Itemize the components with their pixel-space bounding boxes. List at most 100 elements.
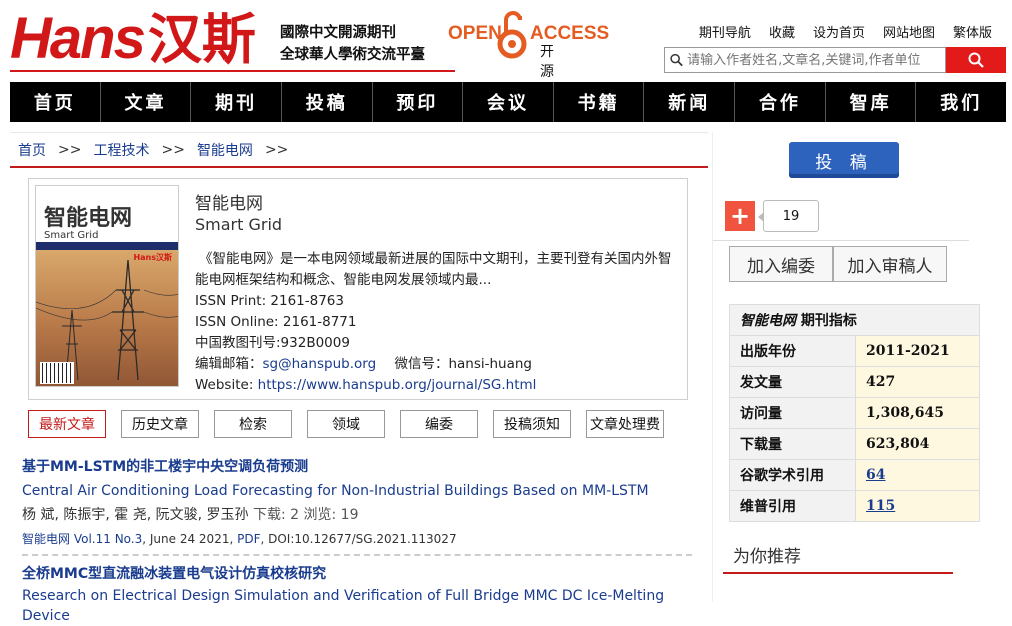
breadcrumb-separator: >> bbox=[161, 141, 185, 158]
article-title-cn[interactable]: 基于MM-LSTM的非工楼宇中央空调负荷预测 bbox=[22, 457, 692, 477]
breadcrumb: 首页 >> 工程技术 >> 智能电网 >> bbox=[10, 132, 708, 168]
breadcrumb-separator: >> bbox=[264, 141, 289, 158]
google-scholar-citations-link[interactable]: 64 bbox=[866, 467, 885, 483]
article-title-en[interactable]: Central Air Conditioning Load Forecastin… bbox=[22, 481, 692, 501]
email-link[interactable]: sg@hanspub.org bbox=[263, 356, 377, 372]
join-reviewer-button[interactable]: 加入审稿人 bbox=[833, 246, 947, 282]
article-divider bbox=[22, 554, 692, 556]
top-link-traditional[interactable]: 繁体版 bbox=[953, 22, 992, 41]
tab-fields[interactable]: 领域 bbox=[307, 410, 385, 438]
tab-history-articles[interactable]: 历史文章 bbox=[121, 410, 199, 438]
article-authors: 杨 斌, 陈振宇, 霍 尧, 阮文骏, 罗玉孙 下载: 2 浏览: 19 bbox=[22, 505, 692, 525]
share-plus-icon[interactable]: + bbox=[725, 201, 755, 231]
search-box bbox=[664, 47, 946, 73]
share-widget: + 19 bbox=[725, 200, 819, 232]
wechat-id: 微信号：hansi-huang bbox=[394, 356, 533, 372]
article-citation: 智能电网 Vol.11 No.3, June 24 2021, PDF, DOI… bbox=[22, 530, 692, 548]
website-label: Website: bbox=[195, 377, 258, 393]
logo-underline bbox=[10, 70, 455, 72]
nav-news[interactable]: 新闻 bbox=[644, 82, 736, 122]
metric-label: 访问量 bbox=[729, 397, 856, 429]
metrics-row: 访问量 1,308,645 bbox=[729, 397, 980, 429]
metrics-header: 智能电网 期刊指标 bbox=[729, 304, 980, 336]
search-icon bbox=[670, 53, 683, 67]
article-item: 基于MM-LSTM的非工楼宇中央空调负荷预测 Central Air Condi… bbox=[22, 457, 692, 548]
contact-line: 编辑邮箱：sg@hanspub.org 微信号：hansi-huang bbox=[195, 354, 532, 375]
tab-submission-guide[interactable]: 投稿须知 bbox=[493, 410, 571, 438]
vip-citations-link[interactable]: 115 bbox=[866, 498, 895, 514]
join-editor-button[interactable]: 加入编委 bbox=[729, 246, 833, 282]
tab-latest-articles[interactable]: 最新文章 bbox=[28, 410, 106, 438]
article-title-cn[interactable]: 全桥MMC型直流融冰装置电气设计仿真校核研究 bbox=[22, 564, 692, 584]
breadcrumb-engineering[interactable]: 工程技术 bbox=[93, 140, 149, 160]
nav-articles[interactable]: 文章 bbox=[101, 82, 192, 122]
nav-cooperation[interactable]: 合作 bbox=[735, 82, 826, 122]
website-link[interactable]: https://www.hanspub.org/journal/SG.html bbox=[258, 377, 537, 393]
cover-header: 智能电网 Smart Grid bbox=[36, 186, 178, 242]
metric-label: 发文量 bbox=[729, 366, 856, 398]
logo-text-cn: 汉斯 bbox=[147, 7, 256, 71]
sidebar-divider bbox=[713, 240, 969, 241]
nav-submit[interactable]: 投稿 bbox=[282, 82, 373, 122]
tab-editorial-board[interactable]: 编委 bbox=[400, 410, 478, 438]
breadcrumb-separator: >> bbox=[58, 141, 82, 158]
site-search bbox=[664, 47, 1006, 73]
author-list: 杨 斌, 陈振宇, 霍 尧, 阮文骏, 罗玉孙 bbox=[22, 507, 249, 523]
nav-conference[interactable]: 会议 bbox=[463, 82, 554, 122]
top-link-journal-nav[interactable]: 期刊导航 bbox=[699, 22, 751, 41]
metric-value: 2011-2021 bbox=[855, 335, 980, 367]
metrics-row: 谷歌学术引用 64 bbox=[729, 459, 980, 491]
journal-description: 《智能电网》是一本电网领域最新进展的国际中文期刊，主要刊登有关国内外智能电网框架… bbox=[195, 251, 672, 288]
metric-value: 427 bbox=[855, 366, 980, 398]
pdf-link[interactable]: PDF bbox=[237, 532, 260, 546]
nav-home[interactable]: 首页 bbox=[10, 82, 101, 122]
metric-value: 623,804 bbox=[855, 428, 980, 460]
breadcrumb-home[interactable]: 首页 bbox=[18, 140, 46, 160]
tab-processing-fee[interactable]: 文章处理费 bbox=[586, 410, 664, 438]
tagline-line-1: 國際中文開源期刊 bbox=[280, 24, 396, 41]
oa-open-text: OPEN bbox=[448, 23, 502, 44]
sidebar: 投 稿 + 19 加入编委 加入审稿人 智能电网 期刊指标 出版年份 2011-… bbox=[712, 132, 982, 602]
journal-name-en: Smart Grid bbox=[195, 215, 283, 234]
search-input[interactable] bbox=[687, 52, 945, 68]
search-button[interactable] bbox=[946, 47, 1006, 73]
article-title-en[interactable]: Research on Electrical Design Simulation… bbox=[22, 586, 692, 626]
metrics-row: 发文量 427 bbox=[729, 366, 980, 398]
cover-title-en: Smart Grid bbox=[44, 230, 99, 241]
article-item: 全桥MMC型直流融冰装置电气设计仿真校核研究 Research on Elect… bbox=[22, 564, 692, 626]
tab-search[interactable]: 检索 bbox=[214, 410, 292, 438]
nav-books[interactable]: 书籍 bbox=[554, 82, 645, 122]
journal-info-box: 智能电网 Smart Grid Hans汉斯 智能电网 Smart Grid 《… bbox=[28, 178, 688, 400]
article-stats: 下载: 2 浏览: 19 bbox=[252, 507, 359, 523]
metric-label: 出版年份 bbox=[729, 335, 856, 367]
site-header: Hans 汉斯 國際中文開源期刊 全球華人學術交流平臺 OPEN ACCESS … bbox=[0, 0, 1012, 120]
top-link-favorite[interactable]: 收藏 bbox=[769, 22, 795, 41]
hans-logo[interactable]: Hans 汉斯 bbox=[10, 6, 256, 71]
issn-print: ISSN Print: 2161-8763 bbox=[195, 293, 344, 309]
journal-cover-image[interactable]: 智能电网 Smart Grid Hans汉斯 bbox=[35, 185, 179, 387]
logo-text-en: Hans bbox=[10, 6, 146, 71]
citation-volume-link[interactable]: Vol.11 No.3 bbox=[74, 532, 142, 546]
citation-journal-link[interactable]: 智能电网 bbox=[22, 532, 70, 546]
metric-value: 1,308,645 bbox=[855, 397, 980, 429]
nav-journals[interactable]: 期刊 bbox=[191, 82, 282, 122]
issn-online: ISSN Online: 2161-8771 bbox=[195, 314, 357, 330]
metrics-row: 维普引用 115 bbox=[729, 490, 980, 522]
submit-manuscript-button[interactable]: 投 稿 bbox=[789, 142, 899, 178]
breadcrumb-smart-grid[interactable]: 智能电网 bbox=[197, 140, 253, 160]
nav-preprint[interactable]: 预印 bbox=[373, 82, 464, 122]
metrics-row: 下载量 623,804 bbox=[729, 428, 980, 460]
metric-label: 下载量 bbox=[729, 428, 856, 460]
recommend-heading: 为你推荐 bbox=[733, 547, 801, 567]
email-label: 编辑邮箱： bbox=[195, 356, 263, 372]
nav-think-tank[interactable]: 智库 bbox=[826, 82, 917, 122]
metric-label: 维普引用 bbox=[729, 490, 856, 522]
share-count: 19 bbox=[758, 200, 819, 232]
open-access-lock-icon bbox=[497, 11, 527, 59]
top-link-sitemap[interactable]: 网站地图 bbox=[883, 22, 935, 41]
top-link-set-home[interactable]: 设为首页 bbox=[813, 22, 865, 41]
metric-label: 谷歌学术引用 bbox=[729, 459, 856, 491]
nav-about[interactable]: 我们 bbox=[916, 82, 1006, 122]
citation-date: , June 24 2021, bbox=[142, 532, 238, 546]
cover-photo: Hans汉斯 bbox=[36, 250, 178, 386]
